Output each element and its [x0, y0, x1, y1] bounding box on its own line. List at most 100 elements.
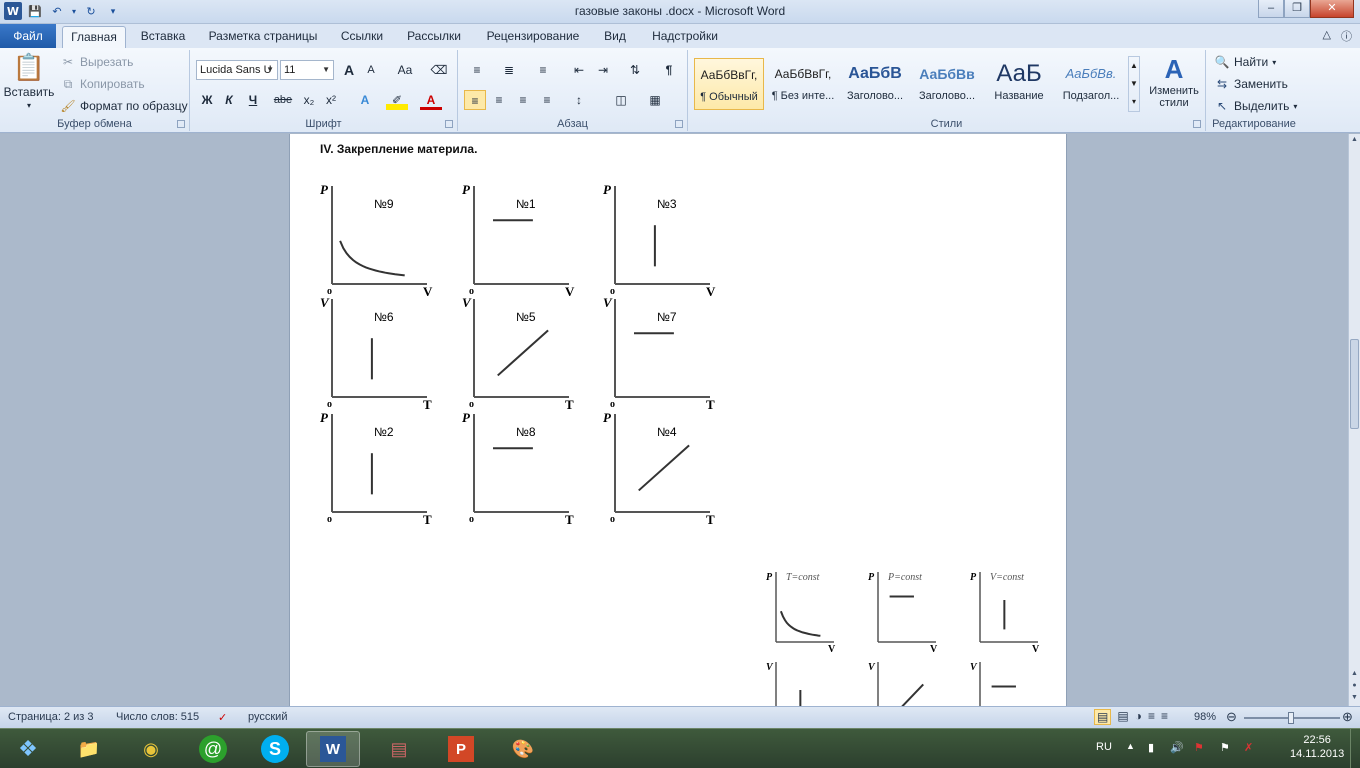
change-styles-button[interactable]: A Изменить стили — [1144, 54, 1204, 109]
sort-icon[interactable]: ⇅ — [624, 60, 646, 80]
scroll-thumb[interactable] — [1350, 339, 1359, 429]
taskbar-skype[interactable]: S — [248, 731, 302, 767]
page-indicator[interactable]: Страница: 2 из 3 — [8, 711, 94, 723]
line-spacing-icon[interactable]: ↕ — [568, 90, 590, 110]
increase-indent-icon[interactable]: ⇥ — [592, 60, 614, 80]
borders-icon[interactable]: ▦ — [644, 90, 666, 110]
tab-home[interactable]: Главная — [62, 26, 126, 48]
tab-view[interactable]: Вид — [596, 26, 634, 48]
proofing-icon[interactable]: ✓ — [218, 711, 227, 724]
draft-icon[interactable]: ≡ — [1161, 709, 1168, 725]
styles-dialog-launcher-icon[interactable] — [1193, 120, 1201, 128]
volume-icon[interactable]: 🔊 — [1170, 741, 1184, 754]
replace-button[interactable]: ⇆ Заменить — [1214, 76, 1288, 92]
zoom-slider[interactable] — [1244, 712, 1340, 724]
cut-button[interactable]: ✂ Вырезать — [60, 54, 133, 70]
word-count[interactable]: Число слов: 515 — [116, 711, 199, 723]
taskbar-paint[interactable]: 🎨 — [496, 731, 550, 767]
style-no-spacing[interactable]: АаБбВвГг, ¶ Без инте... — [768, 58, 838, 110]
language-indicator[interactable]: русский — [248, 711, 287, 723]
taskbar-word[interactable]: W — [306, 731, 360, 767]
full-screen-reading-icon[interactable]: ▤ — [1117, 709, 1128, 725]
change-case-button[interactable]: Aa — [390, 60, 420, 80]
tab-addins[interactable]: Надстройки — [642, 26, 728, 48]
zoom-in-icon[interactable]: ⊕ — [1342, 709, 1353, 725]
clock[interactable]: 22:56 14.11.2013 — [1290, 733, 1344, 761]
find-button[interactable]: 🔍 Найти ▾ — [1214, 54, 1277, 70]
shading-icon[interactable]: ◫ — [610, 90, 632, 110]
tab-references[interactable]: Ссылки — [334, 26, 390, 48]
taskbar-file-explorer[interactable]: 📁 — [62, 731, 116, 767]
style-heading-1[interactable]: АаБбВ Заголово... — [840, 58, 910, 110]
superscript-icon[interactable]: x² — [320, 90, 342, 110]
tab-file[interactable]: Файл — [0, 24, 56, 48]
italic-button[interactable]: К — [218, 90, 240, 110]
web-layout-icon[interactable]: ◑ — [1135, 709, 1142, 725]
collapse-ribbon-icon[interactable]: △ — [1323, 28, 1331, 44]
paste-button[interactable]: 📋 Вставить ▾ — [4, 52, 55, 110]
font-name-combo[interactable]: Lucida Sans U ▼ — [196, 60, 278, 80]
justify-icon[interactable]: ≡ — [536, 90, 558, 110]
taskbar-chrome[interactable]: ◉ — [124, 731, 178, 767]
style-subtitle[interactable]: АаБбВв. Подзагол... — [1056, 58, 1126, 110]
font-dialog-launcher-icon[interactable] — [445, 120, 453, 128]
prev-page-icon[interactable]: ▲ — [1349, 668, 1360, 680]
clipboard-dialog-launcher-icon[interactable] — [177, 120, 185, 128]
scroll-up-icon[interactable]: ▲ — [1349, 134, 1360, 146]
shrink-font-button[interactable]: A — [360, 60, 382, 80]
taskbar-powerpoint[interactable]: P — [434, 731, 488, 767]
restore-button[interactable]: ❐ — [1284, 0, 1310, 18]
help-icon[interactable]: ⓘ — [1341, 28, 1352, 44]
text-effects-icon[interactable]: A — [354, 90, 376, 110]
clear-formatting-icon[interactable]: ⌫ — [428, 60, 450, 80]
connection-warning-icon[interactable]: ✗ — [1244, 741, 1253, 754]
grow-font-button[interactable]: A — [338, 60, 360, 80]
font-size-combo[interactable]: 11 ▼ — [280, 60, 334, 80]
close-button[interactable]: ✕ — [1310, 0, 1354, 18]
taskbar-winrar[interactable]: ▤ — [372, 731, 426, 767]
zoom-level[interactable]: 98% — [1194, 711, 1216, 723]
style-heading-2[interactable]: АаБбВв Заголово... — [912, 58, 982, 110]
style-normal[interactable]: АаБбВвГг, ¶ Обычный — [694, 58, 764, 110]
tab-review[interactable]: Рецензирование — [478, 26, 588, 48]
style-title[interactable]: АаБ Название — [984, 58, 1054, 110]
align-left-icon[interactable]: ≡ — [464, 90, 486, 110]
show-formatting-icon[interactable]: ¶ — [658, 60, 680, 80]
print-layout-icon[interactable]: ▤ — [1094, 709, 1112, 725]
bullets-icon[interactable]: ≡ — [466, 60, 488, 80]
font-color-icon[interactable]: A — [420, 90, 442, 110]
tab-mailings[interactable]: Рассылки — [398, 26, 470, 48]
network-icon[interactable]: ▮ — [1148, 741, 1154, 754]
underline-button[interactable]: Ч — [242, 90, 264, 110]
align-right-icon[interactable]: ≡ — [512, 90, 534, 110]
next-page-icon[interactable]: ▼ — [1349, 692, 1360, 704]
highlight-icon[interactable]: ✐ — [386, 90, 408, 110]
tab-page-layout[interactable]: Разметка страницы — [200, 26, 326, 48]
subscript-icon[interactable]: x₂ — [298, 90, 320, 110]
select-button[interactable]: ↖ Выделить ▾ — [1214, 98, 1297, 114]
document-page[interactable]: IV. Закрепление материла. P Vo №9 P Vo №1 P Vo №… — [289, 134, 1067, 706]
align-center-icon[interactable]: ≡ — [488, 90, 510, 110]
paragraph-dialog-launcher-icon[interactable] — [675, 120, 683, 128]
styles-scroll[interactable]: ▲ ▼ ▾ — [1128, 56, 1140, 112]
vertical-scrollbar[interactable]: ▲ ▲ ● ▼ — [1348, 134, 1360, 706]
decrease-indent-icon[interactable]: ⇤ — [568, 60, 590, 80]
show-desktop-button[interactable] — [1350, 729, 1360, 768]
minimize-button[interactable]: – — [1258, 0, 1284, 18]
strikethrough-button[interactable]: abe — [272, 90, 294, 110]
input-language[interactable]: RU — [1096, 741, 1112, 753]
multilevel-list-icon[interactable]: ≡ — [532, 60, 554, 80]
select-browse-object-icon[interactable]: ● — [1349, 680, 1360, 692]
copy-button[interactable]: ⧉ Копировать — [60, 76, 145, 92]
antivirus-icon[interactable]: ⚑ — [1194, 741, 1204, 754]
start-button[interactable]: ❖ — [0, 731, 56, 767]
tab-insert[interactable]: Вставка — [134, 26, 192, 48]
show-hidden-icons-icon[interactable]: ▲ — [1126, 741, 1135, 751]
format-painter-button[interactable]: 🖌 Формат по образцу — [60, 98, 187, 114]
outline-icon[interactable]: ≡ — [1148, 709, 1155, 725]
zoom-slider-thumb[interactable] — [1287, 712, 1294, 724]
zoom-out-icon[interactable]: ⊖ — [1226, 709, 1237, 725]
action-center-icon[interactable]: ⚑ — [1220, 741, 1230, 754]
bold-button[interactable]: Ж — [196, 90, 218, 110]
taskbar-mail-agent[interactable]: @ — [186, 731, 240, 767]
